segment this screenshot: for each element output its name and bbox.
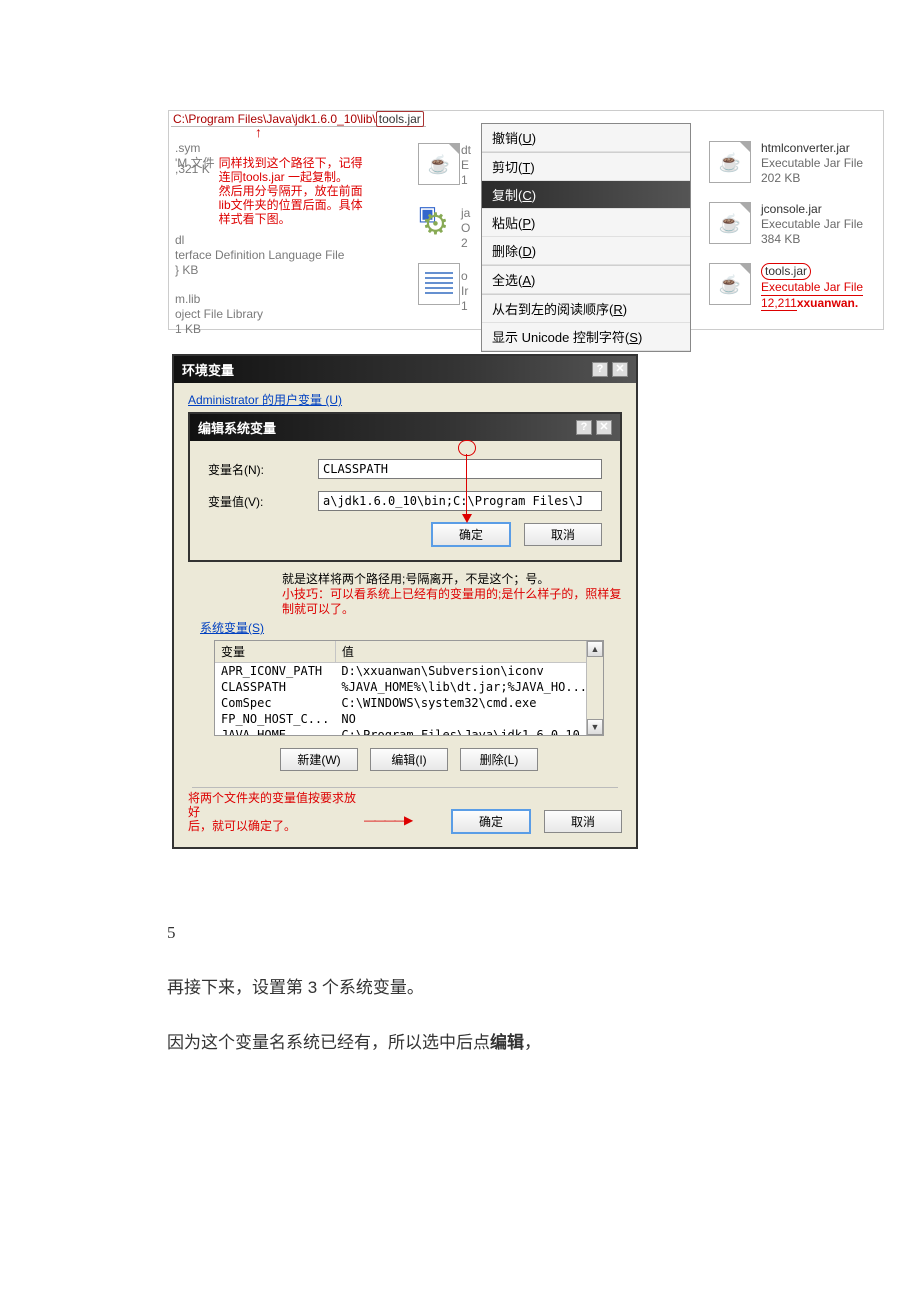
close-button[interactable]: ✕ bbox=[612, 362, 628, 377]
table-row[interactable]: APR_ICONV_PATHD:\xxuanwan\Subversion\ico… bbox=[215, 663, 593, 680]
cancel-button[interactable]: 取消 bbox=[544, 810, 622, 833]
file-type: Executable Jar File bbox=[761, 156, 863, 171]
menu-cut[interactable]: 剪切(T) bbox=[482, 153, 690, 181]
divider bbox=[192, 787, 618, 788]
sys-vars-label: 系统变量(S) bbox=[200, 619, 622, 636]
file-type-fragment: terface Definition Language File bbox=[175, 248, 415, 263]
file-name-fragment: m.lib bbox=[175, 292, 415, 307]
scroll-up-icon[interactable]: ▲ bbox=[587, 641, 603, 657]
inner-dialog-titlebar: 编辑系统变量 ? ✕ bbox=[190, 414, 620, 441]
menu-paste[interactable]: 粘贴(P) bbox=[482, 209, 690, 237]
file-size: 384 KB bbox=[761, 232, 863, 247]
jar-file-icon bbox=[418, 143, 460, 185]
env-var-dialog: 环境变量 ? ✕ Administrator 的用户变量 (U) 编辑系统变量 … bbox=[172, 354, 638, 849]
dialog-titlebar: 环境变量 ? ✕ bbox=[174, 356, 636, 383]
user-vars-label: Administrator 的用户变量 (U) bbox=[188, 391, 622, 408]
menu-rtl[interactable]: 从右到左的阅读顺序(R) bbox=[482, 295, 690, 323]
red-annotation-bottom: 将两个文件夹的变量值按要求放好 后，就可以确定了。 bbox=[188, 791, 364, 833]
delete-button[interactable]: 删除(L) bbox=[460, 748, 538, 771]
file-name: jconsole.jar bbox=[761, 202, 863, 217]
ok-button[interactable]: 确定 bbox=[452, 810, 530, 833]
path-text: C:\Program Files\Java\jdk1.6.0_10\lib\ bbox=[173, 112, 376, 126]
article-paragraph: 因为这个变量名系统已经有，所以选中后点编辑， bbox=[167, 1029, 767, 1056]
file-name-fragment: dl bbox=[175, 233, 415, 248]
table-row[interactable]: FP_NO_HOST_C...NO bbox=[215, 711, 593, 727]
article-paragraph: 再接下来，设置第 3 个系统变量。 bbox=[167, 974, 767, 1001]
red-arrow-up-icon: ↑ bbox=[255, 125, 262, 139]
menu-select-all[interactable]: 全选(A) bbox=[482, 266, 690, 294]
table-row[interactable]: ComSpecC:\WINDOWS\system32\cmd.exe bbox=[215, 695, 593, 711]
red-arrow-right-icon: ————▶ bbox=[364, 813, 411, 827]
jar-file-icon bbox=[709, 141, 751, 183]
scrollbar[interactable]: ▲ ▼ bbox=[586, 641, 603, 735]
red-annotation: 同样找到这个路径下，记得 连同tools.jar 一起复制。 然后用分号隔开，放… bbox=[219, 156, 363, 226]
path-file: tools.jar bbox=[376, 111, 424, 127]
inner-dialog-title: 编辑系统变量 bbox=[198, 418, 276, 437]
jar-file-icon bbox=[709, 202, 751, 244]
env-var-screenshot: 环境变量 ? ✕ Administrator 的用户变量 (U) 编辑系统变量 … bbox=[172, 354, 638, 849]
file-size: 202 KB bbox=[761, 171, 863, 186]
path-bar: C:\Program Files\Java\jdk1.6.0_10\lib\to… bbox=[171, 111, 426, 127]
scroll-down-icon[interactable]: ▼ bbox=[587, 719, 603, 735]
file-name-circled: tools.jar bbox=[761, 263, 811, 280]
sys-vars-listbox[interactable]: 变量值 APR_ICONV_PATHD:\xxuanwan\Subversion… bbox=[214, 640, 604, 736]
table-row[interactable]: CLASSPATH%JAVA_HOME%\lib\dt.jar;%JAVA_HO… bbox=[215, 679, 593, 695]
idl-file-icon bbox=[418, 203, 460, 245]
menu-unicode[interactable]: 显示 Unicode 控制字符(S) bbox=[482, 323, 690, 351]
file-size: 12,211 bbox=[761, 296, 797, 311]
file-name: htmlconverter.jar bbox=[761, 141, 863, 156]
menu-delete[interactable]: 删除(D) bbox=[482, 237, 690, 265]
dialog-title: 环境变量 bbox=[182, 360, 234, 379]
var-name-label: 变量名(N): bbox=[208, 461, 304, 478]
file-type-fragment: oject File Library bbox=[175, 307, 415, 322]
file-type: Executable Jar File bbox=[761, 280, 863, 296]
edit-system-var-dialog: 编辑系统变量 ? ✕ 变量名(N): 变量值(V): bbox=[188, 412, 622, 562]
menu-copy[interactable]: 复制(C) bbox=[482, 181, 690, 209]
file-item[interactable]: jconsole.jar Executable Jar File 384 KB bbox=[709, 202, 863, 247]
file-item[interactable]: htmlconverter.jar Executable Jar File 20… bbox=[709, 141, 863, 186]
explorer-screenshot: C:\Program Files\Java\jdk1.6.0_10\lib\to… bbox=[168, 110, 884, 330]
edit-button[interactable]: 编辑(I) bbox=[370, 748, 448, 771]
var-value-input[interactable] bbox=[318, 491, 602, 511]
var-value-label: 变量值(V): bbox=[208, 493, 304, 510]
new-button[interactable]: 新建(W) bbox=[280, 748, 358, 771]
col-header-val[interactable]: 值 bbox=[335, 641, 593, 663]
mid-fragment-column: dtE1 jaO2 oIr1 bbox=[461, 143, 475, 314]
var-name-input[interactable] bbox=[318, 459, 602, 479]
file-type: Executable Jar File bbox=[761, 217, 863, 232]
file-size-fragment: 1 KB bbox=[175, 322, 415, 337]
menu-undo[interactable]: 撤销(U) bbox=[482, 124, 690, 152]
left-file-column: .sym 'M 文件 同样找到这个路径下，记得 连同tools.jar 一起复制… bbox=[175, 141, 415, 337]
red-annotation-semicolon: 就是这样将两个路径用;号隔离开，不是这个；号。 小技巧：可以看系统上已经有的变量… bbox=[282, 572, 622, 617]
file-extra: xxuanwan. bbox=[797, 296, 858, 310]
file-name-fragment: .sym bbox=[175, 141, 415, 156]
help-button[interactable]: ? bbox=[592, 362, 608, 377]
ok-button[interactable]: 确定 bbox=[432, 523, 510, 546]
close-button[interactable]: ✕ bbox=[596, 420, 612, 435]
table-row[interactable]: JAVA_HOMEC:\Program Files\Java\jdk1.6.0_… bbox=[215, 727, 593, 736]
right-file-column: htmlconverter.jar Executable Jar File 20… bbox=[709, 141, 863, 327]
col-header-var[interactable]: 变量 bbox=[215, 641, 335, 663]
cancel-button[interactable]: 取消 bbox=[524, 523, 602, 546]
context-menu: 撤销(U) 剪切(T) 复制(C) 粘贴(P) 删除(D) 全选(A) 从右到左… bbox=[481, 123, 691, 352]
jar-file-icon bbox=[709, 263, 751, 305]
step-number: 5 bbox=[167, 919, 767, 946]
left-icon-column bbox=[409, 143, 469, 323]
lib-file-icon bbox=[418, 263, 460, 305]
help-button[interactable]: ? bbox=[576, 420, 592, 435]
file-item-tools[interactable]: tools.jar Executable Jar File 12,211xxua… bbox=[709, 263, 863, 311]
article-body: 5 再接下来，设置第 3 个系统变量。 因为这个变量名系统已经有，所以选中后点编… bbox=[167, 919, 767, 1057]
file-size-fragment: } KB bbox=[175, 263, 415, 278]
